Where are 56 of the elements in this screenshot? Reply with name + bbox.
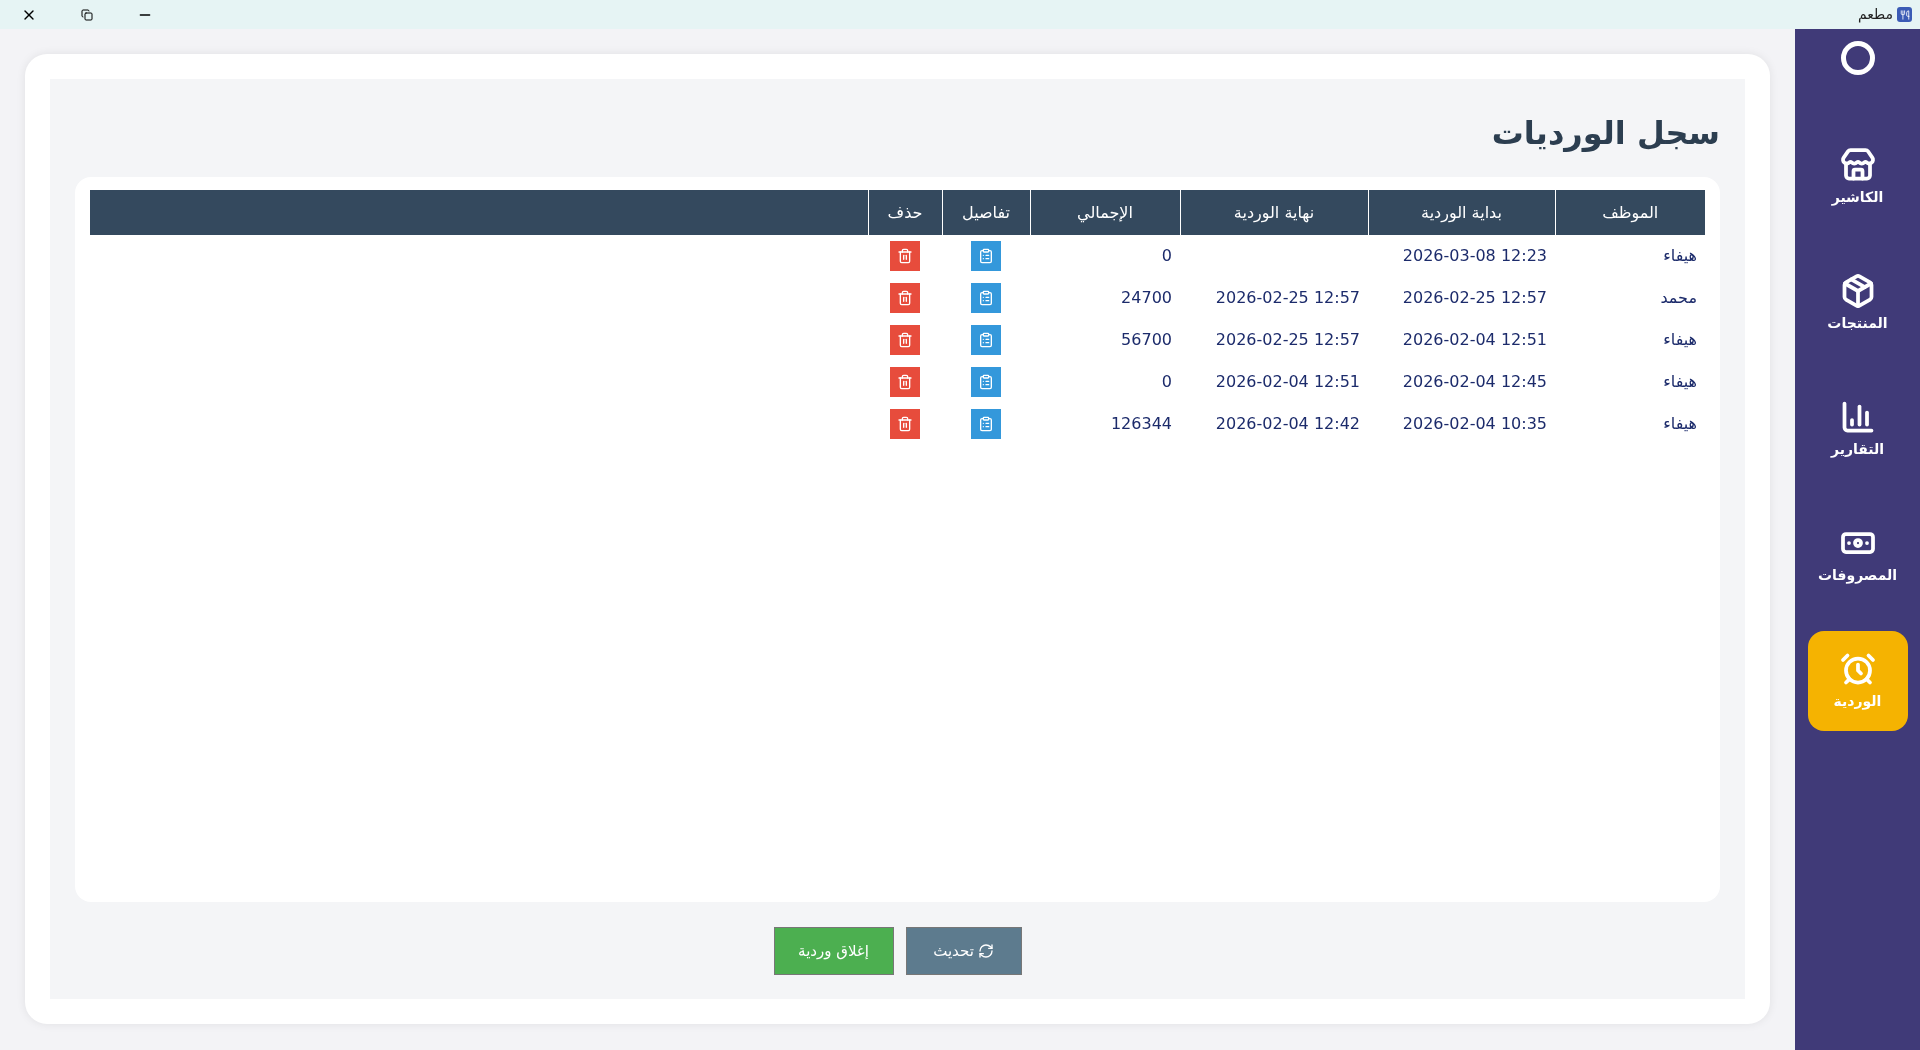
store-icon bbox=[1839, 146, 1876, 183]
table-cell: 0 bbox=[1030, 235, 1180, 277]
trash-icon bbox=[897, 374, 913, 390]
table-cell-text: 24700 bbox=[1120, 287, 1173, 309]
table-cell-text: 2026-02-04 12:45 bbox=[1401, 371, 1548, 393]
delete-button[interactable] bbox=[890, 241, 920, 271]
details-button[interactable] bbox=[971, 241, 1001, 271]
column-header: بداية الوردية bbox=[1368, 190, 1555, 235]
delete-button[interactable] bbox=[890, 367, 920, 397]
plate-icon bbox=[1840, 41, 1875, 75]
delete-button[interactable] bbox=[890, 409, 920, 439]
clipboard-icon bbox=[978, 248, 994, 264]
app-icon bbox=[1897, 7, 1912, 22]
trash-icon bbox=[897, 332, 913, 348]
window-title: مطعم bbox=[1857, 5, 1893, 25]
column-header: نهاية الوردية bbox=[1180, 190, 1368, 235]
column-header: الإجمالي bbox=[1030, 190, 1180, 235]
trash-icon bbox=[897, 416, 913, 432]
details-button[interactable] bbox=[971, 283, 1001, 313]
sidebar-item[interactable]: المصروفات bbox=[1807, 505, 1908, 605]
column-header: حذف bbox=[868, 190, 942, 235]
trash-icon bbox=[897, 290, 913, 306]
table-cell-text: 2026-02-25 12:57 bbox=[1214, 329, 1361, 351]
refresh-icon bbox=[977, 943, 994, 959]
table-cell-text: 2026-02-25 12:57 bbox=[1214, 287, 1361, 309]
clipboard-icon bbox=[978, 374, 994, 390]
details-button[interactable] bbox=[971, 325, 1001, 355]
details-button[interactable] bbox=[971, 367, 1001, 397]
table-cell: هيفاء bbox=[1555, 235, 1705, 277]
refresh-button[interactable]: تحديث bbox=[905, 927, 1022, 975]
sidebar-item[interactable]: التقارير bbox=[1807, 379, 1908, 479]
details-button[interactable] bbox=[971, 409, 1001, 439]
trash-icon bbox=[897, 248, 913, 264]
page-title: سجل الورديات bbox=[1490, 113, 1720, 154]
delete-button[interactable] bbox=[890, 283, 920, 313]
table-cell-text: 2026-02-04 10:35 bbox=[1401, 413, 1548, 435]
table-cell-text: 2026-02-04 12:42 bbox=[1214, 413, 1361, 435]
table-cell-text: هيفاء bbox=[1662, 329, 1698, 351]
clipboard-icon bbox=[978, 332, 994, 348]
table-cell: 2026-03-08 12:23 bbox=[1368, 235, 1555, 277]
table-cell-text: هيفاء bbox=[1662, 413, 1698, 435]
table-cell-text: 126344 bbox=[1109, 413, 1173, 435]
delete-button[interactable] bbox=[890, 325, 920, 355]
table-cell-text: 2026-02-25 12:57 bbox=[1401, 287, 1548, 309]
clipboard-icon bbox=[978, 290, 994, 306]
column-header: تفاصيل bbox=[942, 190, 1030, 235]
sidebar-item[interactable]: المنتجات bbox=[1807, 253, 1908, 353]
sidebar-item[interactable]: الكاشير bbox=[1807, 127, 1908, 227]
table-cell-text: 2026-02-04 12:51 bbox=[1214, 371, 1361, 393]
clipboard-icon bbox=[978, 416, 994, 432]
column-header: الموظف bbox=[1555, 190, 1705, 235]
table-cell-text: هيفاء bbox=[1662, 371, 1698, 393]
table-cell-text: 56700 bbox=[1120, 329, 1173, 351]
table-cell-text: محمد bbox=[1659, 287, 1698, 309]
table-cell-text: 2026-02-04 12:51 bbox=[1401, 329, 1548, 351]
table-cell-text: 0 bbox=[1160, 371, 1173, 393]
